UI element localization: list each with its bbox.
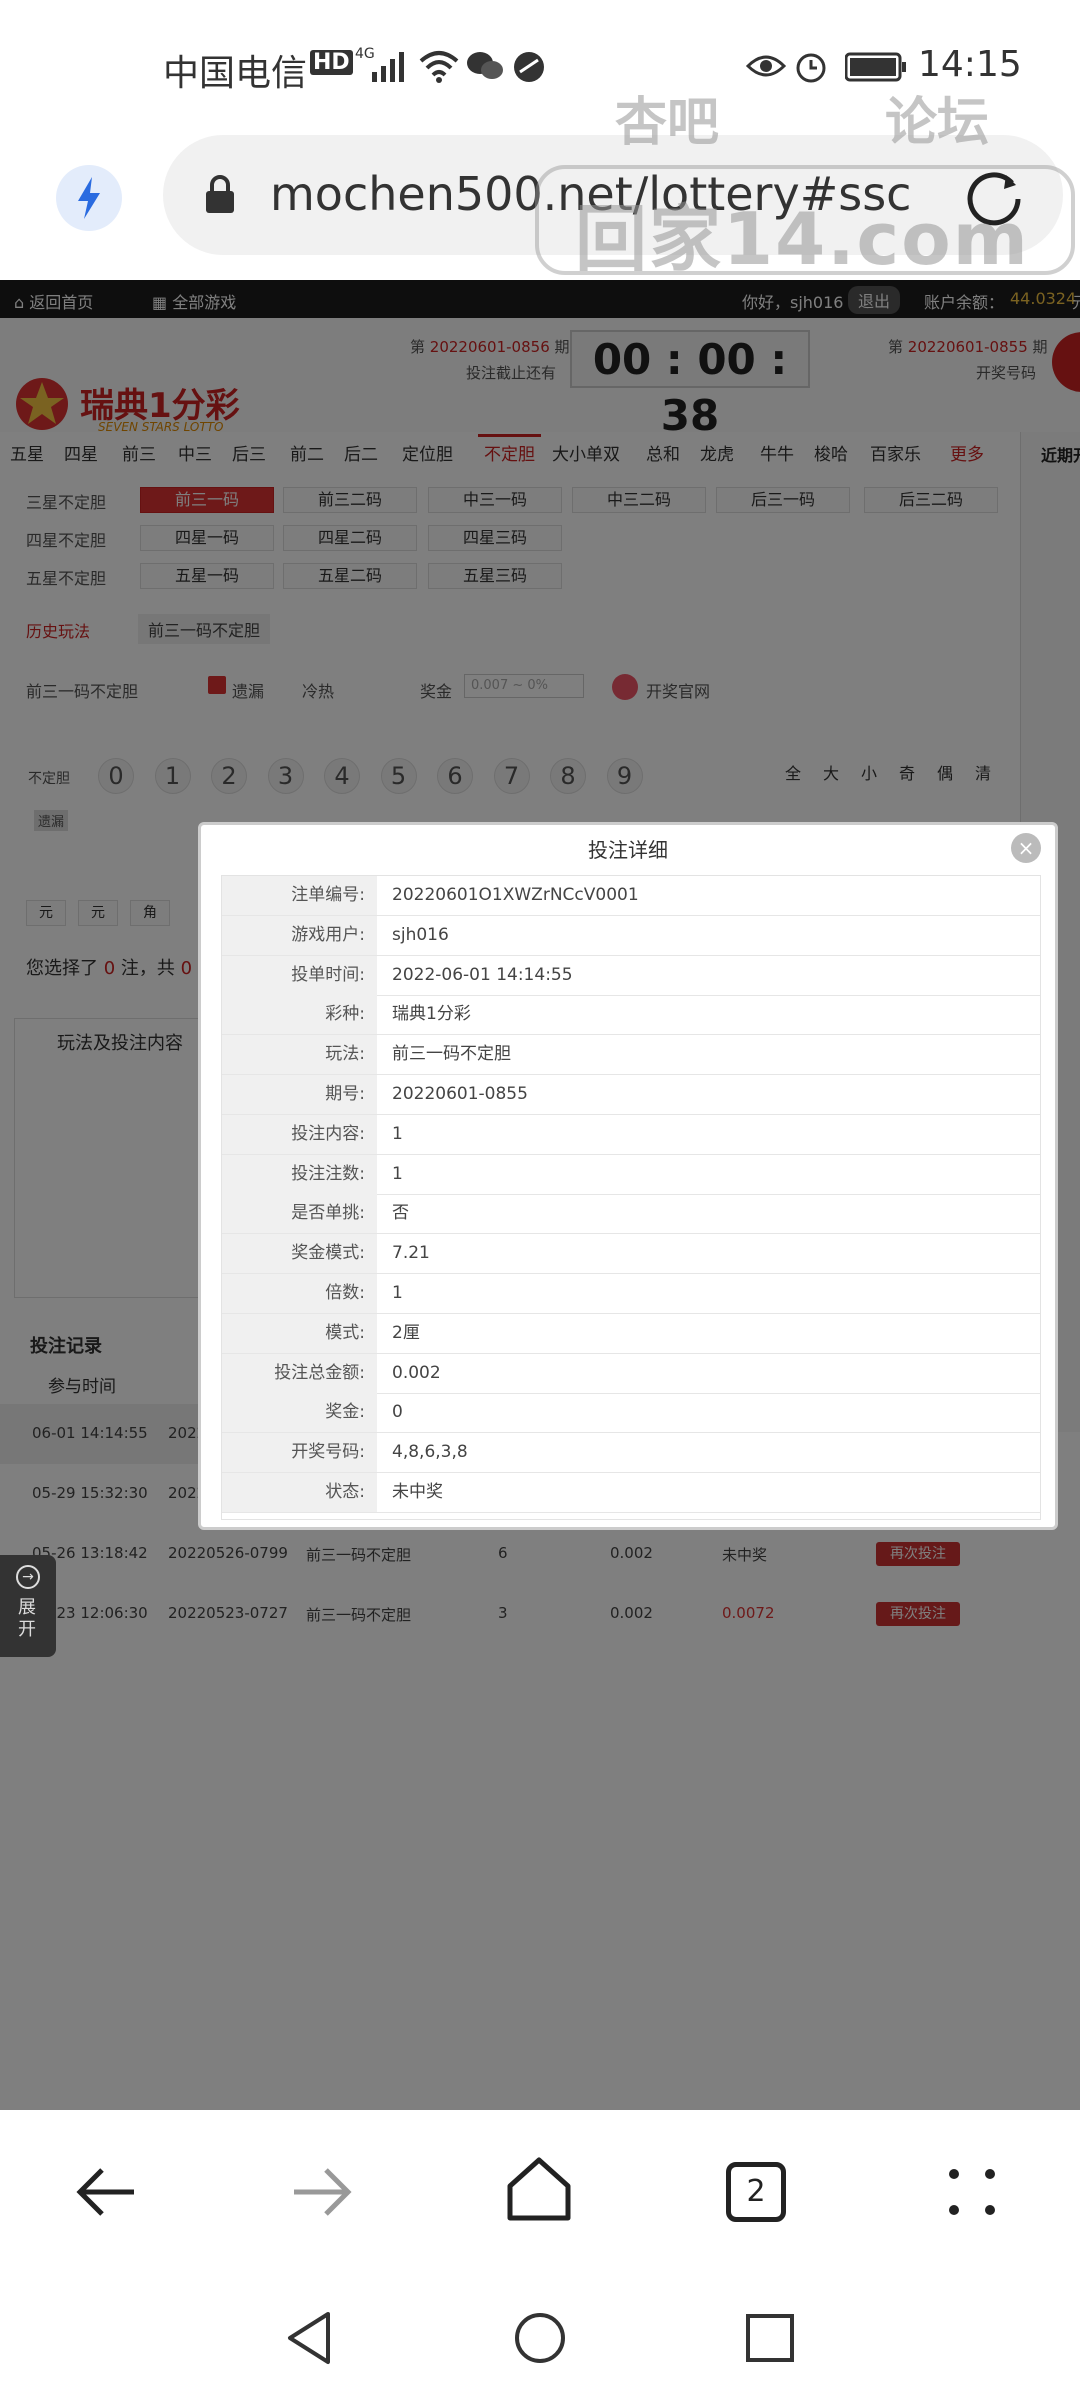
close-icon[interactable]: ×: [1011, 833, 1041, 863]
wechat-icon: [467, 52, 503, 79]
tabs-button[interactable]: 2: [726, 2162, 786, 2222]
system-recents-icon[interactable]: [744, 2312, 796, 2364]
detail-value: 0.002: [392, 1362, 441, 1383]
app-icon: [514, 52, 544, 82]
alarm-icon: [796, 53, 826, 83]
lightning-icon: [78, 177, 100, 219]
detail-key: 注单编号:: [222, 876, 377, 915]
reload-icon[interactable]: [962, 163, 1028, 229]
status-bar: 中国电信 HD 4G 14:15: [0, 0, 1080, 135]
expand-button[interactable]: → 展开: [0, 1555, 56, 1657]
detail-value: 2厘: [392, 1322, 420, 1343]
detail-value: 7.21: [392, 1243, 430, 1264]
detail-key: 投注注数:: [222, 1154, 377, 1194]
detail-value: sjh016: [392, 924, 449, 945]
detail-row: 状态: 未中奖: [222, 1473, 1040, 1513]
browser-address-bar: mochen500.net/lottery#ssc-R: [0, 135, 1080, 280]
detail-key: 彩种:: [222, 995, 377, 1035]
detail-row: 注单编号: 20220601O1XWZrNCcV0001: [222, 876, 1040, 916]
expand-label: 展开: [18, 1597, 36, 1640]
detail-key: 奖金模式:: [222, 1234, 377, 1274]
detail-value: 瑞典1分彩: [392, 1004, 471, 1025]
detail-key: 游戏用户:: [222, 915, 377, 955]
expand-arrow-icon: →: [16, 1565, 40, 1589]
detail-value: 2022-06-01 14:14:55: [392, 964, 573, 985]
detail-value: 前三一码不定胆: [392, 1044, 511, 1065]
eye-icon: [746, 55, 786, 77]
detail-key: 模式:: [222, 1313, 377, 1353]
detail-row: 开奖号码: 4,8,6,3,8: [222, 1433, 1040, 1474]
detail-row: 彩种: 瑞典1分彩: [222, 995, 1040, 1036]
detail-row: 投注总金额: 0.002: [222, 1353, 1040, 1394]
detail-key: 开奖号码:: [222, 1433, 377, 1473]
wifi-icon: [419, 51, 459, 83]
detail-key: 投单时间:: [222, 955, 377, 995]
detail-value: 否: [392, 1203, 409, 1224]
battery-icon: [845, 52, 906, 82]
detail-key: 玩法:: [222, 1035, 377, 1075]
back-arrow-icon[interactable]: [74, 2160, 138, 2224]
lock-icon: [206, 175, 234, 213]
detail-key: 是否单挑:: [222, 1194, 377, 1234]
system-nav-bar: [0, 2290, 1080, 2400]
clock: 14:15: [918, 44, 1022, 85]
detail-row: 游戏用户: sjh016: [222, 915, 1040, 956]
detail-row: 奖金模式: 7.21: [222, 1234, 1040, 1275]
detail-key: 倍数:: [222, 1274, 377, 1313]
detail-key: 投注总金额:: [222, 1353, 377, 1393]
detail-row: 模式: 2厘: [222, 1313, 1040, 1354]
modal-title: 投注详细: [588, 838, 668, 862]
hd-badge: HD: [310, 50, 353, 75]
detail-row: 是否单挑: 否: [222, 1194, 1040, 1235]
signal-icon: [372, 52, 404, 82]
detail-row: 投单时间: 2022-06-01 14:14:55: [222, 955, 1040, 996]
detail-value: 4,8,6,3,8: [392, 1442, 468, 1463]
detail-row: 奖金: 0: [222, 1393, 1040, 1434]
detail-value: 未中奖: [392, 1482, 443, 1502]
detail-value: 20220601-0855: [392, 1084, 528, 1104]
detail-key: 状态:: [222, 1473, 377, 1512]
system-back-icon[interactable]: [284, 2310, 334, 2366]
detail-value: 1: [392, 1163, 403, 1184]
detail-key: 奖金:: [222, 1393, 377, 1433]
carrier-name: 中国电信: [163, 53, 308, 94]
detail-value: 1: [392, 1283, 403, 1303]
system-home-icon[interactable]: [512, 2310, 568, 2366]
detail-row: 玩法: 前三一码不定胆: [222, 1035, 1040, 1076]
detail-row: 期号: 20220601-0855: [222, 1075, 1040, 1115]
home-icon[interactable]: [504, 2154, 574, 2224]
detail-value: 0: [392, 1402, 403, 1423]
bet-detail-modal: 投注详细 × 注单编号: 20220601O1XWZrNCcV0001 游戏用户: s…: [198, 822, 1058, 1530]
url-text[interactable]: mochen500.net/lottery#ssc-R: [270, 167, 910, 221]
detail-row: 投注内容: 1: [222, 1114, 1040, 1155]
detail-key: 投注内容:: [222, 1114, 377, 1154]
browser-toolbar: 2: [0, 2110, 1080, 2290]
detail-value: 1: [392, 1123, 403, 1144]
menu-dots-icon[interactable]: [944, 2164, 1000, 2220]
forward-arrow-icon[interactable]: [290, 2160, 354, 2224]
detail-row: 倍数: 1: [222, 1274, 1040, 1314]
detail-table: 注单编号: 20220601O1XWZrNCcV0001 游戏用户: sjh016 投单…: [221, 875, 1041, 1520]
detail-value: 20220601O1XWZrNCcV0001: [392, 885, 639, 905]
detail-key: 期号:: [222, 1075, 377, 1114]
detail-row: 投注注数: 1: [222, 1154, 1040, 1195]
speed-button[interactable]: [56, 165, 122, 231]
